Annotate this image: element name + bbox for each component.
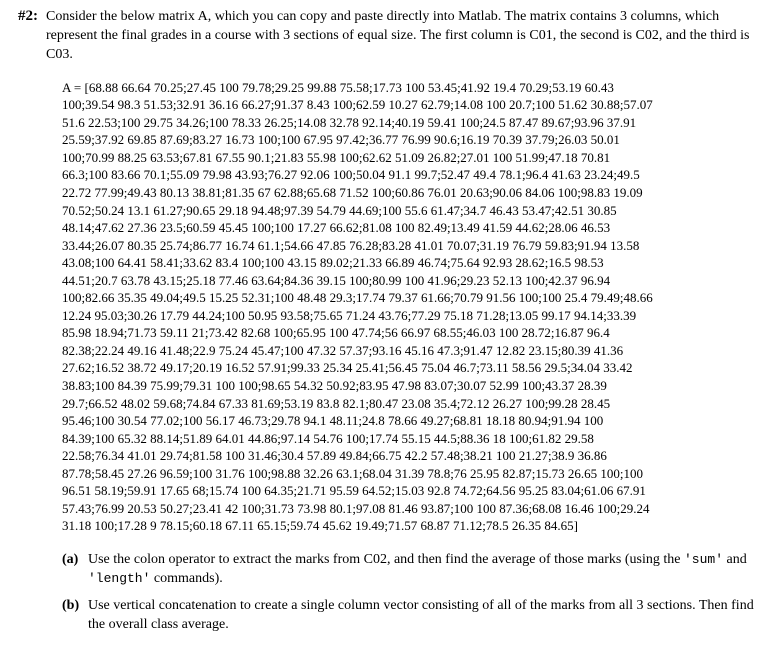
matrix-line: 100;70.99 88.25 63.53;67.81 67.55 90.1;2… (62, 149, 755, 167)
matrix-line: 33.44;26.07 80.35 25.74;86.77 16.74 61.1… (62, 237, 755, 255)
part-b-label: (b) (62, 597, 88, 635)
part-a-mid: and (723, 552, 747, 567)
part-a: (a) Use the colon operator to extract th… (62, 551, 755, 589)
matrix-line: 82.38;22.24 49.16 41.48;22.9 75.24 45.47… (62, 342, 755, 360)
matrix-line: 51.6 22.53;100 29.75 34.26;100 78.33 26.… (62, 114, 755, 132)
problem-header: #2: Consider the below matrix A, which y… (18, 8, 755, 65)
matrix-line: 22.58;76.34 41.01 29.74;81.58 100 31.46;… (62, 447, 755, 465)
matrix-line: 100;82.66 35.35 49.04;49.5 15.25 52.31;1… (62, 289, 755, 307)
matrix-line: 96.51 58.19;59.91 17.65 68;15.74 100 64.… (62, 482, 755, 500)
matrix-line: 100;39.54 98.3 51.53;32.91 36.16 66.27;9… (62, 96, 755, 114)
matrix-line: 87.78;58.45 27.26 96.59;100 31.76 100;98… (62, 465, 755, 483)
part-a-label: (a) (62, 551, 88, 589)
matrix-line: 27.62;16.52 38.72 49.17;20.19 16.52 57.9… (62, 359, 755, 377)
matrix-line: 85.98 18.94;71.73 59.11 21;73.42 82.68 1… (62, 324, 755, 342)
part-a-post: commands). (150, 571, 222, 586)
code-length: 'length' (88, 571, 150, 586)
matrix-line: 57.43;76.99 20.53 50.27;23.41 42 100;31.… (62, 500, 755, 518)
matrix-line: 84.39;100 65.32 88.14;51.89 64.01 44.86;… (62, 430, 755, 448)
part-b: (b) Use vertical concatenation to create… (62, 597, 755, 635)
matrix-line: 22.72 77.99;49.43 80.13 38.81;81.35 67 6… (62, 184, 755, 202)
matrix-line: 38.83;100 84.39 75.99;79.31 100 100;98.6… (62, 377, 755, 395)
part-b-text: Use vertical concatenation to create a s… (88, 597, 755, 635)
matrix-line: 48.14;47.62 27.36 23.5;60.59 45.45 100;1… (62, 219, 755, 237)
matrix-line: 25.59;37.92 69.85 87.69;83.27 16.73 100;… (62, 131, 755, 149)
matrix-line: 12.24 95.03;30.26 17.79 44.24;100 50.95 … (62, 307, 755, 325)
problem-intro: Consider the below matrix A, which you c… (46, 8, 755, 65)
code-sum: 'sum' (684, 552, 723, 567)
matrix-line: A = [68.88 66.64 70.25;27.45 100 79.78;2… (62, 79, 755, 97)
matrix-line: 44.51;20.7 63.78 43.15;25.18 77.46 63.64… (62, 272, 755, 290)
problem-parts: (a) Use the colon operator to extract th… (62, 551, 755, 635)
matrix-line: 66.3;100 83.66 70.1;55.09 79.98 43.93;76… (62, 166, 755, 184)
part-a-pre: Use the colon operator to extract the ma… (88, 552, 684, 567)
problem-number: #2: (18, 8, 46, 25)
matrix-line: 29.7;66.52 48.02 59.68;74.84 67.33 81.69… (62, 395, 755, 413)
matrix-line: 70.52;50.24 13.1 61.27;90.65 29.18 94.48… (62, 202, 755, 220)
matrix-line: 95.46;100 30.54 77.02;100 56.17 46.73;29… (62, 412, 755, 430)
matrix-definition: A = [68.88 66.64 70.25;27.45 100 79.78;2… (62, 79, 755, 535)
part-a-text: Use the colon operator to extract the ma… (88, 551, 755, 589)
matrix-line: 43.08;100 64.41 58.41;33.62 83.4 100;100… (62, 254, 755, 272)
matrix-line: 31.18 100;17.28 9 78.15;60.18 67.11 65.1… (62, 517, 755, 535)
